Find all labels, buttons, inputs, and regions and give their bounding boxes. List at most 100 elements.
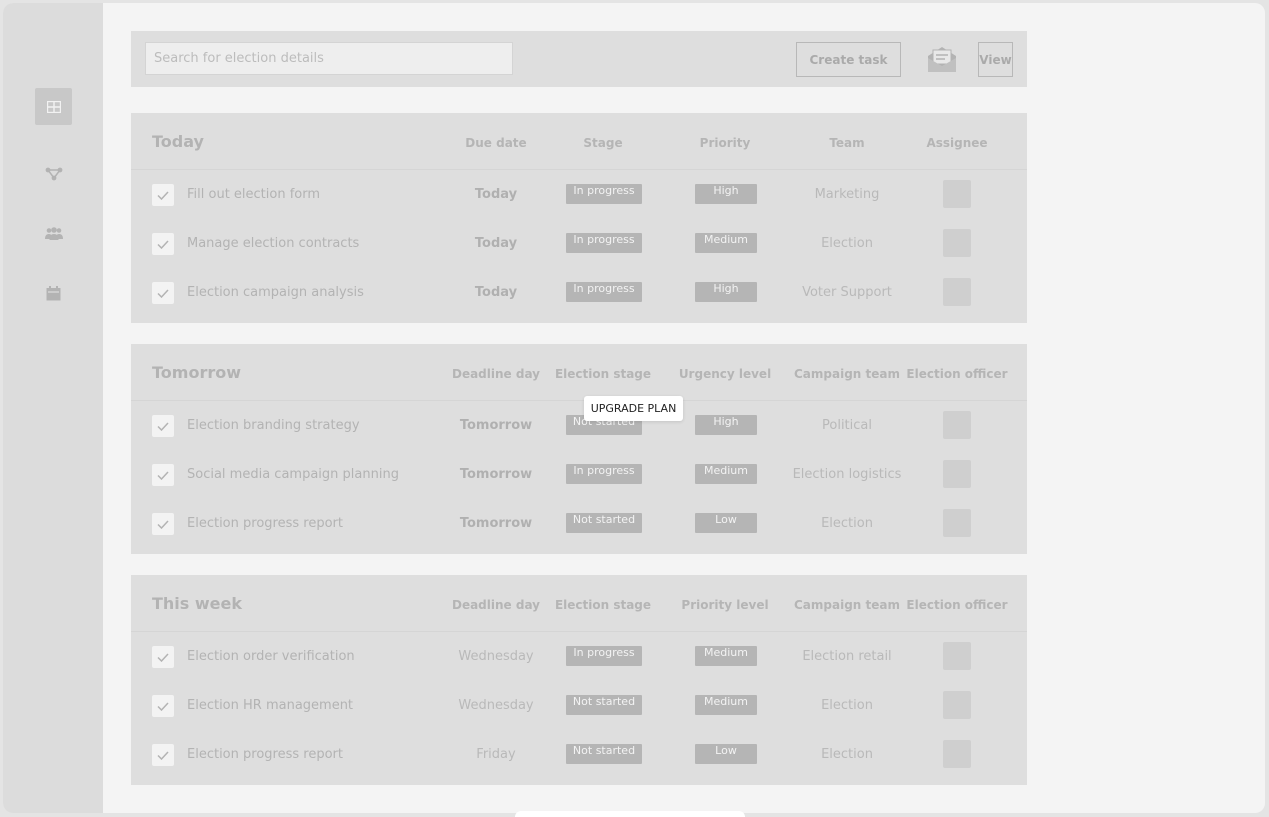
task-checkbox[interactable] bbox=[152, 233, 174, 255]
task-checkbox[interactable] bbox=[152, 415, 174, 437]
checkmark-icon bbox=[157, 421, 169, 431]
checkmark-icon bbox=[157, 470, 169, 480]
column-header-assignee: Election officer bbox=[906, 367, 1008, 381]
section-title: This week bbox=[152, 594, 243, 613]
task-name: Election HR management bbox=[187, 698, 354, 713]
calendar-icon bbox=[46, 286, 61, 301]
search-input[interactable] bbox=[145, 42, 513, 75]
task-row[interactable]: Election campaign analysis Today In prog… bbox=[131, 269, 1027, 318]
section-header: This week Deadline day Election stage Pr… bbox=[131, 575, 1027, 632]
task-name: Election campaign analysis bbox=[187, 285, 364, 300]
toolbar: Create task View bbox=[131, 31, 1027, 87]
stage-badge: In progress bbox=[566, 184, 642, 204]
assignee-avatar[interactable] bbox=[943, 229, 971, 257]
task-due-date: Today bbox=[474, 236, 518, 251]
task-row[interactable]: Election branding strategy Tomorrow Not … bbox=[131, 402, 1027, 451]
checkmark-icon bbox=[157, 288, 169, 298]
upgrade-plan-label: UPGRADE PLAN bbox=[590, 402, 677, 415]
checkmark-icon bbox=[157, 190, 169, 200]
priority-badge: Medium bbox=[695, 646, 757, 666]
assignee-avatar[interactable] bbox=[943, 278, 971, 306]
bottom-panel-tab bbox=[515, 811, 745, 817]
task-row[interactable]: Election order verification Wednesday In… bbox=[131, 633, 1027, 682]
task-checkbox[interactable] bbox=[152, 744, 174, 766]
priority-badge: High bbox=[695, 282, 757, 302]
column-header-priority: Priority bbox=[699, 136, 751, 150]
stage-badge: Not started bbox=[566, 744, 642, 764]
sidebar-item-calendar[interactable] bbox=[35, 275, 72, 312]
sidebar-item-workflow[interactable] bbox=[35, 155, 72, 192]
section-this-week: This week Deadline day Election stage Pr… bbox=[131, 575, 1027, 785]
checkmark-icon bbox=[157, 750, 169, 760]
priority-badge: High bbox=[695, 415, 757, 435]
checkmark-icon bbox=[157, 239, 169, 249]
sidebar-item-team[interactable] bbox=[35, 215, 72, 252]
column-header-priority: Urgency level bbox=[678, 367, 772, 381]
task-due-date: Today bbox=[474, 187, 518, 202]
section-today: Today Due date Stage Priority Team Assig… bbox=[131, 113, 1027, 323]
column-header-stage: Stage bbox=[583, 136, 623, 150]
task-row[interactable]: Election progress report Friday Not star… bbox=[131, 731, 1027, 780]
upgrade-plan-tooltip[interactable]: UPGRADE PLAN bbox=[584, 396, 683, 421]
task-team: Election bbox=[821, 516, 873, 531]
task-name: Election progress report bbox=[187, 516, 343, 531]
task-team: Election bbox=[821, 747, 873, 762]
task-row[interactable]: Fill out election form Today In progress… bbox=[131, 171, 1027, 220]
task-checkbox[interactable] bbox=[152, 282, 174, 304]
grid-icon bbox=[46, 100, 61, 113]
task-due-date: Tomorrow bbox=[459, 467, 533, 482]
mail-icon[interactable] bbox=[926, 43, 958, 75]
assignee-avatar[interactable] bbox=[943, 411, 971, 439]
task-due-date: Wednesday bbox=[458, 698, 534, 713]
priority-badge: Low bbox=[695, 513, 757, 533]
task-row[interactable]: Manage election contracts Today In progr… bbox=[131, 220, 1027, 269]
network-icon bbox=[45, 167, 62, 180]
stage-badge: In progress bbox=[566, 646, 642, 666]
checkmark-icon bbox=[157, 519, 169, 529]
priority-badge: Medium bbox=[695, 464, 757, 484]
task-row[interactable]: Social media campaign planning Tomorrow … bbox=[131, 451, 1027, 500]
priority-badge: High bbox=[695, 184, 757, 204]
sidebar-item-dashboard[interactable] bbox=[35, 88, 72, 125]
priority-badge: Medium bbox=[695, 233, 757, 253]
task-checkbox[interactable] bbox=[152, 464, 174, 486]
column-header-priority: Priority level bbox=[681, 598, 769, 612]
task-checkbox[interactable] bbox=[152, 513, 174, 535]
task-checkbox[interactable] bbox=[152, 646, 174, 668]
task-team: Election bbox=[821, 698, 873, 713]
stage-badge: In progress bbox=[566, 233, 642, 253]
task-row[interactable]: Election progress report Tomorrow Not st… bbox=[131, 500, 1027, 549]
task-team: Voter Support bbox=[802, 285, 892, 300]
task-team: Election bbox=[821, 236, 873, 251]
view-button[interactable]: View bbox=[978, 42, 1013, 77]
assignee-avatar[interactable] bbox=[943, 180, 971, 208]
task-name: Social media campaign planning bbox=[187, 467, 399, 482]
task-checkbox[interactable] bbox=[152, 695, 174, 717]
assignee-avatar[interactable] bbox=[943, 460, 971, 488]
task-name: Fill out election form bbox=[187, 187, 321, 202]
task-due-date: Wednesday bbox=[458, 649, 534, 664]
priority-badge: Low bbox=[695, 744, 757, 764]
create-task-button[interactable]: Create task bbox=[796, 42, 901, 77]
stage-badge: In progress bbox=[566, 464, 642, 484]
task-name: Election progress report bbox=[187, 747, 343, 762]
task-team: Election logistics bbox=[792, 467, 902, 482]
sidebar bbox=[3, 3, 103, 813]
assignee-avatar[interactable] bbox=[943, 509, 971, 537]
stage-badge: Not started bbox=[566, 513, 642, 533]
priority-badge: Medium bbox=[695, 695, 757, 715]
assignee-avatar[interactable] bbox=[943, 740, 971, 768]
task-checkbox[interactable] bbox=[152, 184, 174, 206]
stage-badge: Not started bbox=[566, 695, 642, 715]
task-team: Marketing bbox=[814, 187, 880, 202]
task-name: Election branding strategy bbox=[187, 418, 360, 433]
task-due-date: Tomorrow bbox=[459, 516, 533, 531]
stage-badge: In progress bbox=[566, 282, 642, 302]
section-header: Tomorrow Deadline day Election stage Urg… bbox=[131, 344, 1027, 401]
task-row[interactable]: Election HR management Wednesday Not sta… bbox=[131, 682, 1027, 731]
task-due-date: Today bbox=[474, 285, 518, 300]
view-label: View bbox=[979, 52, 1012, 67]
assignee-avatar[interactable] bbox=[943, 642, 971, 670]
assignee-avatar[interactable] bbox=[943, 691, 971, 719]
checkmark-icon bbox=[157, 652, 169, 662]
